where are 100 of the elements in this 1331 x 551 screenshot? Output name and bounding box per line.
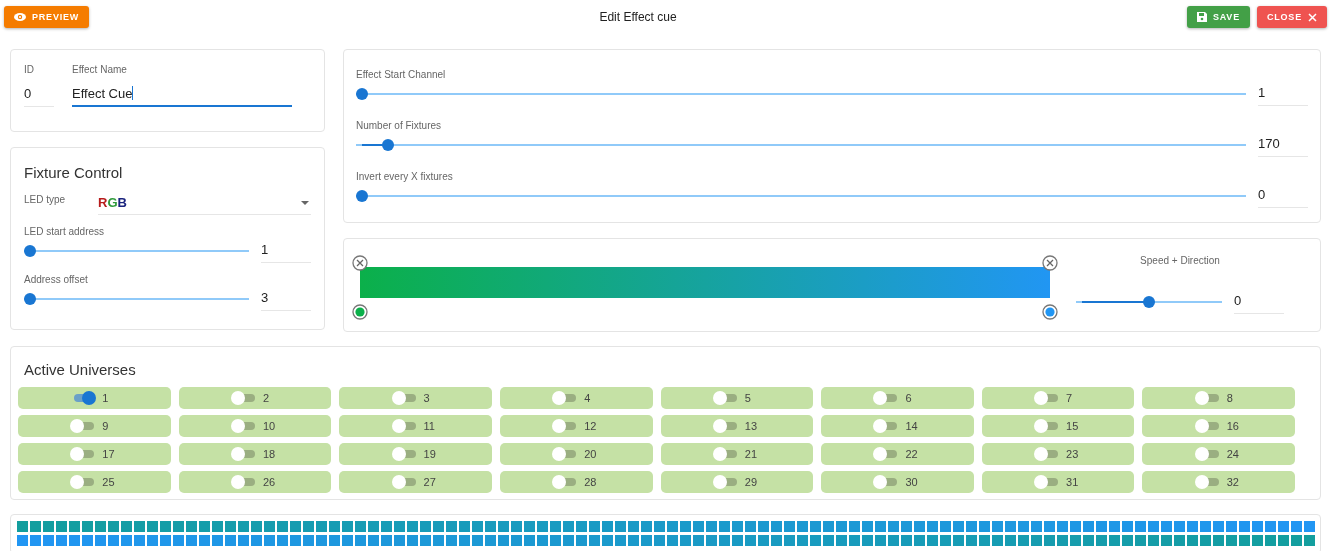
slider-label: Address offset [24, 273, 88, 287]
universe-toggle[interactable]: 27 [339, 471, 492, 493]
universe-toggle[interactable]: 19 [339, 443, 492, 465]
toggle-switch[interactable] [554, 420, 577, 432]
slider-handle[interactable] [382, 139, 395, 151]
universe-toggle[interactable]: 10 [178, 415, 332, 437]
dialog-title: Edit Effect cue [599, 10, 677, 24]
universe-toggle[interactable]: 20 [499, 443, 653, 465]
universe-toggle[interactable]: 31 [981, 471, 1135, 493]
color-stop-handle[interactable] [1042, 304, 1058, 320]
toggle-switch[interactable] [875, 448, 898, 460]
slider-handle[interactable] [356, 88, 368, 100]
toggle-switch[interactable] [393, 420, 416, 432]
field-label: ID [24, 64, 35, 75]
value-field[interactable]: 0 [1258, 184, 1308, 208]
dropdown-caret-icon [301, 200, 309, 205]
toggle-switch[interactable] [714, 448, 737, 460]
universe-toggle[interactable]: 5 [660, 387, 814, 409]
slider[interactable] [1076, 296, 1222, 308]
value-field[interactable]: 170 [1258, 133, 1308, 157]
toggle-switch[interactable] [1196, 392, 1219, 404]
slider[interactable] [356, 88, 1246, 100]
universe-toggle[interactable]: 25 [18, 471, 171, 493]
slider-handle[interactable] [1143, 296, 1155, 308]
slider-handle[interactable] [356, 190, 368, 202]
field-label: LED type [24, 193, 67, 205]
toggle-switch[interactable] [554, 476, 577, 488]
universe-toggle[interactable]: 30 [821, 471, 974, 493]
slider-label: Speed + Direction [1140, 255, 1220, 266]
universe-toggle[interactable]: 23 [981, 443, 1135, 465]
slider-label: Invert every X fixtures [356, 170, 453, 184]
universe-toggle[interactable]: 4 [499, 387, 653, 409]
universe-toggle[interactable]: 9 [18, 415, 171, 437]
toggle-switch[interactable] [875, 420, 898, 432]
toggle-switch[interactable] [1036, 392, 1059, 404]
section-title: Fixture Control [24, 164, 124, 181]
field-label: Effect Name [72, 64, 128, 75]
universe-toggle[interactable]: 14 [821, 415, 974, 437]
value-field[interactable]: 3 [261, 287, 311, 311]
slider-label: LED start address [24, 225, 105, 239]
slider[interactable] [356, 139, 1246, 151]
universe-toggle[interactable]: 21 [660, 443, 814, 465]
slider[interactable] [24, 293, 249, 305]
remove-icon[interactable] [352, 255, 368, 271]
toggle-switch[interactable] [714, 476, 737, 488]
toggle-switch[interactable] [714, 420, 737, 432]
toggle-switch[interactable] [72, 476, 95, 488]
universe-toggle[interactable]: 26 [178, 471, 332, 493]
universe-toggle[interactable]: 12 [499, 415, 653, 437]
universe-toggle[interactable]: 2 [178, 387, 332, 409]
universe-toggle[interactable]: 24 [1142, 443, 1295, 465]
universe-toggle[interactable]: 22 [821, 443, 974, 465]
led-type-select[interactable]: RGB [98, 193, 311, 215]
toggle-switch[interactable] [72, 448, 95, 460]
remove-icon[interactable] [1042, 255, 1058, 271]
toggle-switch[interactable] [1196, 476, 1219, 488]
universe-toggle[interactable]: 3 [339, 387, 492, 409]
value-field[interactable]: 1 [261, 239, 311, 263]
toggle-switch[interactable] [72, 392, 95, 404]
slider-handle[interactable] [24, 245, 36, 257]
toggle-switch[interactable] [875, 392, 898, 404]
toggle-switch[interactable] [393, 476, 416, 488]
toggle-switch[interactable] [232, 392, 255, 404]
color-stop-handle[interactable] [352, 304, 368, 320]
toggle-switch[interactable] [714, 392, 737, 404]
toggle-switch[interactable] [554, 392, 577, 404]
toggle-switch[interactable] [1196, 420, 1219, 432]
value-field[interactable]: 0 [1234, 290, 1284, 314]
name-field[interactable]: Effect Cue [72, 83, 292, 107]
toggle-switch[interactable] [875, 476, 898, 488]
toggle-switch[interactable] [1196, 448, 1219, 460]
toggle-switch[interactable] [1036, 448, 1059, 460]
toggle-switch[interactable] [232, 448, 255, 460]
toggle-switch[interactable] [232, 476, 255, 488]
toggle-switch[interactable] [393, 448, 416, 460]
universe-toggle[interactable]: 18 [178, 443, 332, 465]
universe-toggle[interactable]: 13 [660, 415, 814, 437]
universe-toggle[interactable]: 17 [18, 443, 171, 465]
toggle-switch[interactable] [72, 420, 95, 432]
value-field[interactable]: 1 [1258, 82, 1308, 106]
toggle-switch[interactable] [554, 448, 577, 460]
universe-toggle[interactable]: 11 [339, 415, 492, 437]
universe-toggle[interactable]: 16 [1142, 415, 1295, 437]
universe-toggle[interactable]: 6 [821, 387, 974, 409]
toggle-switch[interactable] [1036, 476, 1059, 488]
universe-toggle[interactable]: 8 [1142, 387, 1295, 409]
universe-toggle[interactable]: 15 [981, 415, 1135, 437]
id-field[interactable]: 0 [24, 83, 54, 107]
universe-toggle[interactable]: 32 [1142, 471, 1295, 493]
toggle-switch[interactable] [1036, 420, 1059, 432]
universe-toggle[interactable]: 28 [499, 471, 653, 493]
universe-toggle[interactable]: 7 [981, 387, 1135, 409]
slider[interactable] [24, 245, 249, 257]
toggle-switch[interactable] [232, 420, 255, 432]
slider[interactable] [356, 190, 1246, 202]
eye-icon [14, 13, 26, 21]
slider-handle[interactable] [24, 293, 36, 305]
universe-toggle[interactable]: 1 [18, 387, 171, 409]
toggle-switch[interactable] [393, 392, 416, 404]
universe-toggle[interactable]: 29 [660, 471, 814, 493]
